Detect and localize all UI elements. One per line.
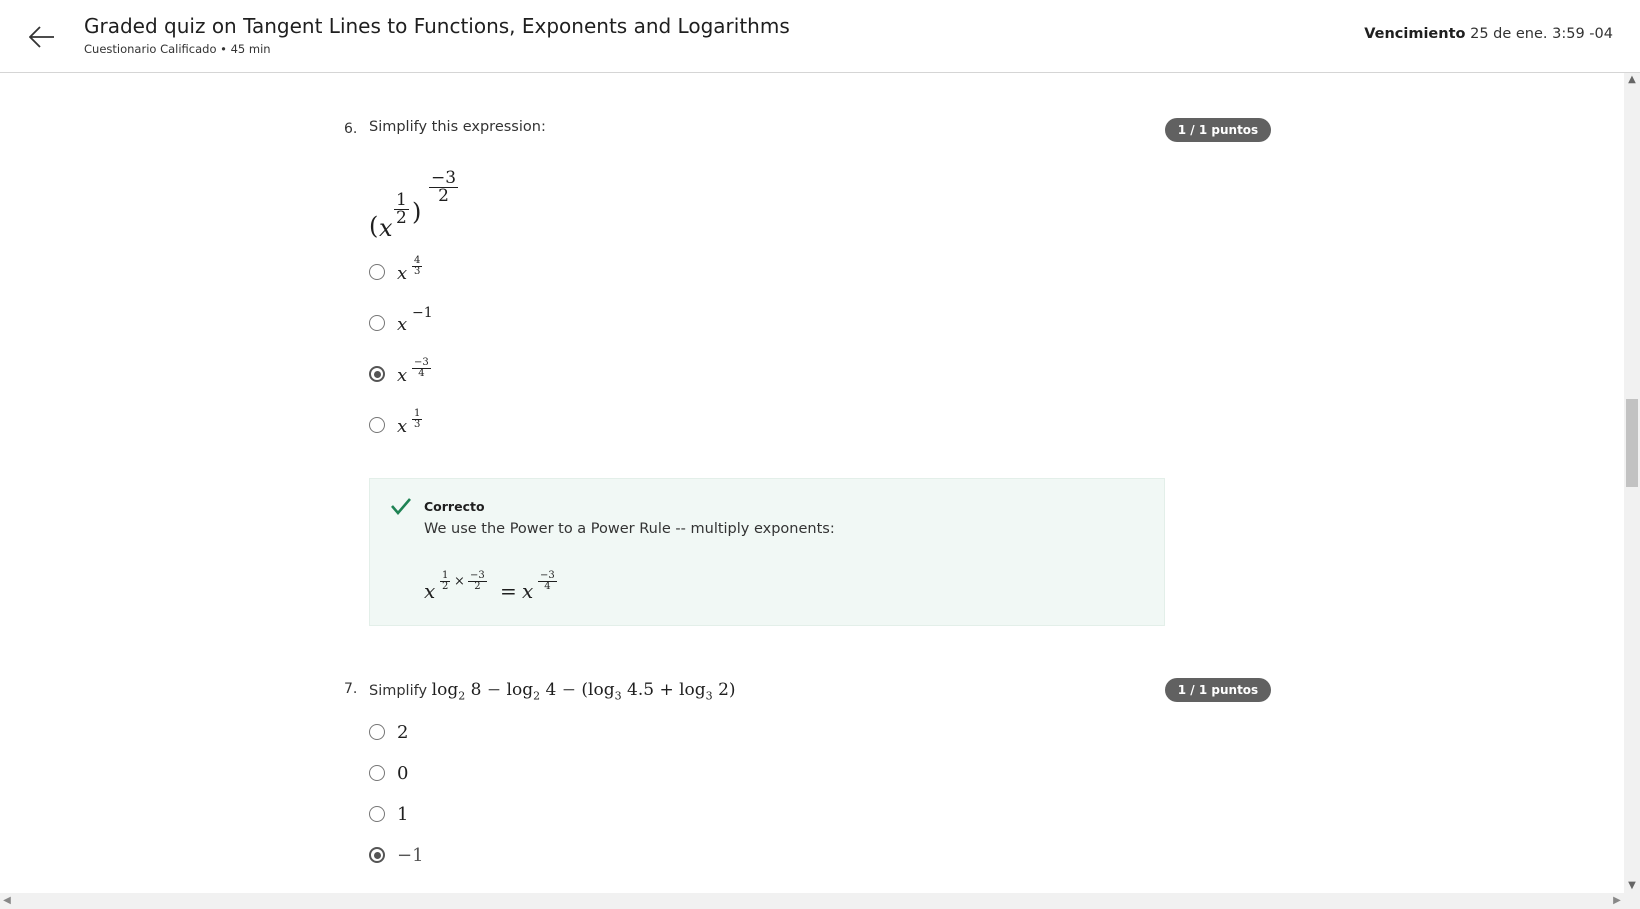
scroll-down-icon[interactable]: ▼ (1624, 879, 1640, 893)
option-label: x 1 3 (397, 408, 423, 437)
quiz-meta: Cuestionario Calificado • 45 min (84, 42, 271, 56)
page-title: Graded quiz on Tangent Lines to Function… (84, 14, 790, 38)
question-6-option-2[interactable]: x −1 (369, 305, 437, 337)
radio-button[interactable] (369, 724, 385, 740)
back-button[interactable] (24, 20, 60, 54)
arrow-left-icon (29, 26, 54, 48)
question-7-option-1[interactable]: 2 (369, 718, 408, 746)
feedback-status: Correcto (424, 499, 485, 514)
feedback-explanation: We use the Power to a Power Rule -- mult… (424, 521, 835, 537)
due-label: Vencimiento (1364, 26, 1466, 42)
horizontal-scrollbar[interactable]: ◀ ▶ (0, 893, 1624, 909)
radio-button-selected[interactable] (369, 847, 385, 863)
scrollbar-corner (1624, 893, 1640, 909)
scrollbar-thumb[interactable] (1626, 399, 1638, 487)
question-6-number: 6. (344, 121, 358, 137)
option-label: x −3 4 (397, 357, 431, 386)
option-label: x 4 3 (397, 255, 423, 284)
question-6-expression: ( x 1 2 ) −3 2 (369, 168, 459, 242)
feedback-formula: x 1 2 × −3 2 = x −3 4 (424, 570, 557, 603)
question-7-formula: log2 8 − log2 4 − (log3 4.5 + log3 2) (431, 680, 736, 703)
question-6-points-badge: 1 / 1 puntos (1165, 118, 1271, 142)
option-label: 1 (397, 803, 409, 825)
radio-button[interactable] (369, 315, 385, 331)
question-7-number: 7. (344, 681, 358, 697)
radio-button-selected[interactable] (369, 366, 385, 382)
scroll-left-icon[interactable]: ◀ (0, 893, 14, 909)
scroll-right-icon[interactable]: ▶ (1610, 893, 1624, 909)
radio-button[interactable] (369, 417, 385, 433)
answer-feedback: Correcto We use the Power to a Power Rul… (369, 478, 1165, 626)
checkmark-icon (391, 498, 411, 515)
question-7-option-3[interactable]: 1 (369, 800, 408, 828)
question-7-option-2[interactable]: 0 (369, 759, 408, 787)
due-date: Vencimiento 25 de ene. 3:59 -04 (1364, 26, 1613, 42)
scroll-up-icon[interactable]: ▲ (1624, 73, 1640, 87)
question-7-prompt: Simplify log2 8 − log2 4 − (log3 4.5 + l… (369, 680, 736, 703)
question-7-option-4[interactable]: −1 (369, 841, 424, 869)
radio-button[interactable] (369, 806, 385, 822)
radio-button[interactable] (369, 765, 385, 781)
option-label: x −1 (397, 305, 433, 335)
question-6-option-4[interactable]: x 1 3 (369, 408, 437, 439)
question-6-option-1[interactable]: x 4 3 (369, 255, 437, 286)
question-7-points-badge: 1 / 1 puntos (1165, 678, 1271, 702)
due-value: 25 de ene. 3:59 -04 (1470, 26, 1613, 42)
option-label: 0 (397, 762, 409, 784)
page-header: Graded quiz on Tangent Lines to Function… (0, 0, 1640, 73)
question-6-prompt: Simplify this expression: (369, 119, 546, 135)
option-label: −1 (397, 844, 424, 866)
option-label: 2 (397, 721, 409, 743)
question-6-option-3[interactable]: x −3 4 (369, 357, 437, 388)
vertical-scrollbar[interactable]: ▲ ▼ (1624, 73, 1640, 893)
radio-button[interactable] (369, 264, 385, 280)
